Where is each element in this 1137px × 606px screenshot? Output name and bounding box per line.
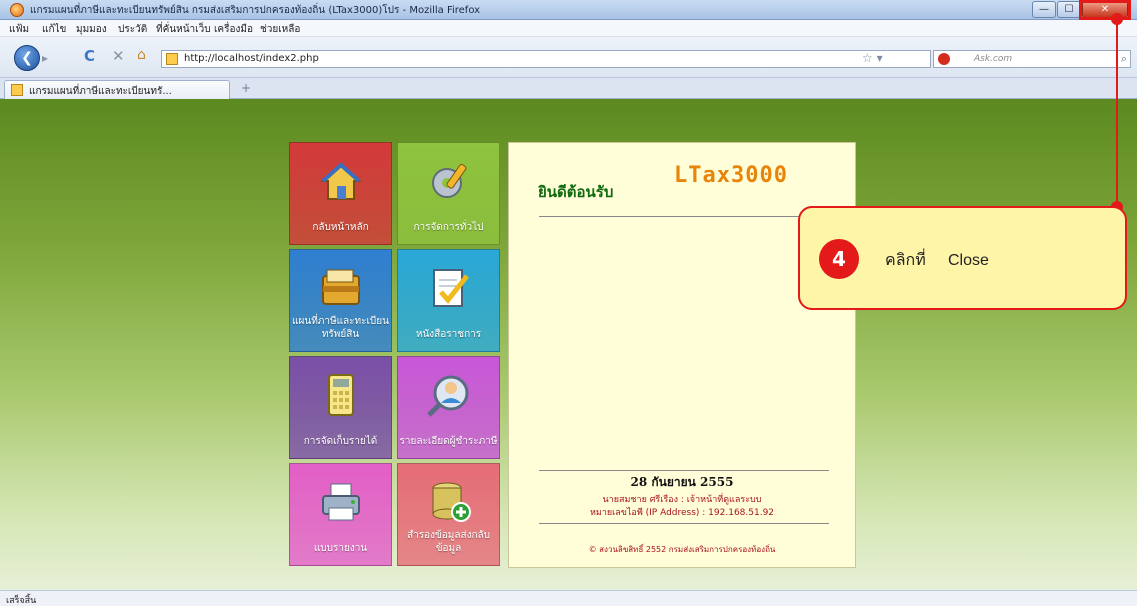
forward-button[interactable]: ▸ <box>42 49 60 67</box>
search-input[interactable]: Ask.com ⌕ <box>933 50 1131 68</box>
menu-view[interactable]: มุมมอง <box>76 22 107 37</box>
home-icon[interactable]: ⌂ <box>137 47 146 63</box>
calculator-icon <box>317 371 365 419</box>
divider <box>539 216 829 217</box>
ltax-logo: LTax3000 <box>674 163 788 188</box>
tile-label: แบบรายงาน <box>313 543 368 554</box>
tile-reports[interactable]: แบบรายงาน <box>289 463 392 566</box>
tab-bar: แกรมแผนที่ภาษีและทะเบียนทรั... + <box>0 78 1137 99</box>
ip-address: หมายเลขไอพี (IP Address) : 192.168.51.92 <box>589 508 775 518</box>
gear-pencil-icon <box>425 157 473 205</box>
navigation-bar: ❮ ▸ C ✕ ⌂ http://localhost/index2.php ☆ … <box>0 37 1137 78</box>
menu-bar: แฟ้ม แก้ไข มุมมอง ประวัติ ที่คั่นหน้าเว็… <box>0 20 1137 37</box>
step-number-badge: 4 <box>819 239 859 279</box>
current-date: 28 กันยายน 2555 <box>630 475 734 489</box>
tile-label: สำรองข้อมูลส่งกลับข้อมูล <box>406 530 491 554</box>
logged-in-user: นายสมชาย ศรีเรือง : เจ้าหน้าที่ดูแลระบบ <box>602 495 762 505</box>
folder-icon <box>317 264 365 312</box>
printer-icon <box>317 478 365 526</box>
tab-main[interactable]: แกรมแผนที่ภาษีและทะเบียนทรั... <box>4 80 230 99</box>
tab-label: แกรมแผนที่ภาษีและทะเบียนทรั... <box>29 86 172 97</box>
new-tab-button[interactable]: + <box>236 81 256 97</box>
tile-backup-restore[interactable]: สำรองข้อมูลส่งกลับข้อมูล <box>397 463 500 566</box>
menu-file[interactable]: แฟ้ม <box>9 22 29 37</box>
back-button[interactable]: ❮ <box>14 45 40 71</box>
tile-label: กลับหน้าหลัก <box>312 222 369 233</box>
page-content: กลับหน้าหลัก การจัดการทั่วไป แผนที่ภาษีแ… <box>0 99 1137 590</box>
tile-label: การจัดการทั่วไป <box>413 222 484 233</box>
callout-connector <box>1116 17 1118 206</box>
stop-icon[interactable]: ✕ <box>112 47 125 65</box>
divider <box>539 470 829 471</box>
welcome-heading: ยินดีต้อนรับ <box>538 183 614 201</box>
tile-label: หนังสือราชการ <box>415 329 482 340</box>
close-button-highlight <box>1079 0 1131 20</box>
tile-revenue-collection[interactable]: การจัดเก็บรายได้ <box>289 356 392 459</box>
window-titlebar: แกรมแผนที่ภาษีและทะเบียนทรัพย์สิน กรมส่ง… <box>0 0 1137 20</box>
url-input[interactable]: http://localhost/index2.php <box>161 50 931 68</box>
tile-label: แผนที่ภาษีและทะเบียนทรัพย์สิน <box>292 316 389 340</box>
tile-official-letters[interactable]: หนังสือราชการ <box>397 249 500 352</box>
menu-bookmarks[interactable]: ที่คั่นหน้าเว็บ <box>156 22 211 37</box>
menu-help[interactable]: ช่วยเหลือ <box>260 22 300 37</box>
firefox-icon <box>10 3 24 17</box>
callout-dot <box>1111 13 1123 25</box>
document-check-icon <box>425 264 473 312</box>
instruction-callout: 4 คลิกที่ Close <box>798 206 1127 310</box>
search-engine-icon[interactable] <box>938 53 950 65</box>
house-icon <box>317 157 365 205</box>
site-favicon-icon <box>166 53 178 65</box>
window-title: แกรมแผนที่ภาษีและทะเบียนทรัพย์สิน กรมส่ง… <box>30 5 481 16</box>
maximize-button[interactable]: ☐ <box>1057 1 1081 18</box>
bookmark-star-icon[interactable]: ☆ ▾ <box>862 51 883 65</box>
database-add-icon <box>425 478 473 526</box>
welcome-panel: LTax3000 ยินดีต้อนรับ 28 กันยายน 2555 นา… <box>508 142 856 568</box>
tile-general-management[interactable]: การจัดการทั่วไป <box>397 142 500 245</box>
tile-label: การจัดเก็บรายได้ <box>303 436 378 447</box>
menu-tools[interactable]: เครื่องมือ <box>214 22 253 37</box>
callout-text: คลิกที่ Close <box>885 252 989 269</box>
menu-edit[interactable]: แก้ไข <box>42 22 66 37</box>
search-placeholder: Ask.com <box>974 54 1013 64</box>
tab-favicon-icon <box>11 84 23 96</box>
copyright-notice: © สงวนลิขสิทธิ์ 2552 กรมส่งเสริมการปกครอ… <box>588 545 776 554</box>
tile-tax-map[interactable]: แผนที่ภาษีและทะเบียนทรัพย์สิน <box>289 249 392 352</box>
user-search-icon <box>425 371 473 419</box>
status-bar: เสร็จสิ้น <box>0 590 1137 606</box>
menu-history[interactable]: ประวัติ <box>118 22 147 37</box>
divider <box>539 523 829 524</box>
minimize-button[interactable]: — <box>1032 1 1056 18</box>
reload-icon[interactable]: C <box>84 47 95 65</box>
search-icon[interactable]: ⌕ <box>1121 52 1127 66</box>
tile-taxpayer-details[interactable]: รายละเอียดผู้ชำระภาษี <box>397 356 500 459</box>
tile-label: รายละเอียดผู้ชำระภาษี <box>399 436 498 447</box>
tile-home[interactable]: กลับหน้าหลัก <box>289 142 392 245</box>
url-text[interactable]: http://localhost/index2.php <box>184 53 319 64</box>
status-text: เสร็จสิ้น <box>6 596 37 606</box>
